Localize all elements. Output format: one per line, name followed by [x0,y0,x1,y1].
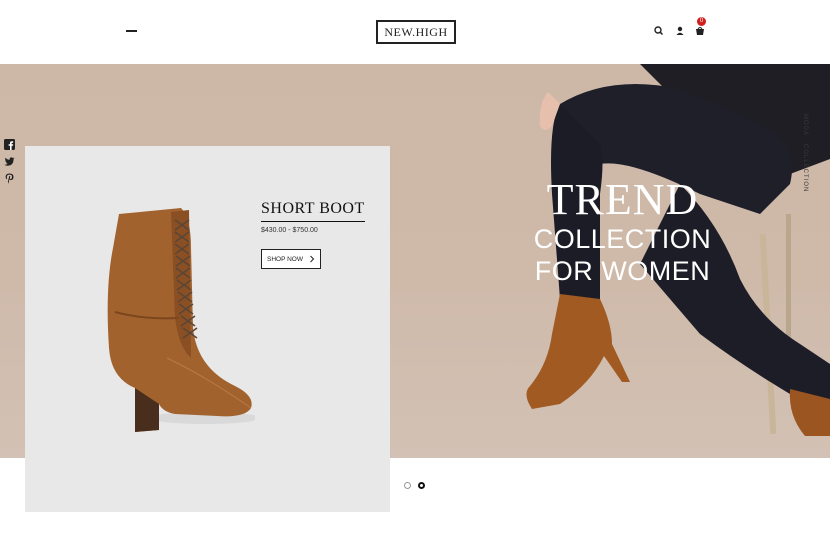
product-card: SHORT BOOT $430.00 - $750.00 SHOP NOW [25,146,390,512]
cart-count-badge: 0 [697,17,706,26]
hero-subtitle-line1: COLLECTION [533,224,712,254]
hero-subtitle-line2: FOR WOMEN [534,256,711,286]
twitter-icon[interactable] [4,156,15,167]
hero-side-caption: MODA · COLLECTION [802,114,808,193]
cart-icon[interactable] [693,24,707,38]
slider-dot-1[interactable] [404,482,411,489]
product-title[interactable]: SHORT BOOT [261,200,365,222]
user-icon[interactable] [673,24,687,38]
shop-now-label: SHOP NOW [267,255,303,263]
search-icon[interactable] [652,24,666,38]
short-boot-image [107,208,255,432]
hero-title: TREND [546,175,699,224]
site-logo[interactable]: NEW.HIGH [376,20,456,44]
slider-dot-2-active[interactable] [418,482,425,489]
hero-headline: TREND COLLECTION FOR WOMEN [520,177,725,287]
chevron-right-icon [310,255,315,263]
menu-icon[interactable] [126,30,137,32]
shop-now-button[interactable]: SHOP NOW [261,249,321,269]
social-links [4,139,16,190]
pinterest-icon[interactable] [4,173,15,184]
product-price: $430.00 - $750.00 [261,227,318,234]
facebook-icon[interactable] [4,139,15,150]
site-header: NEW.HIGH 0 [0,0,830,64]
